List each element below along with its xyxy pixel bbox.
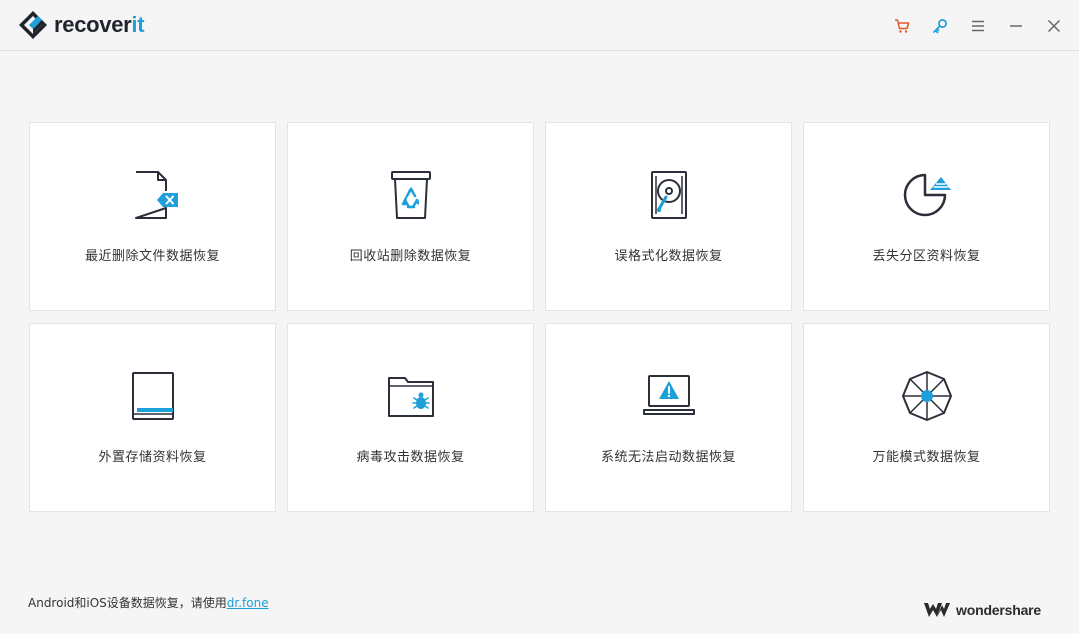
- key-icon: [933, 19, 947, 34]
- mode-card-recycle-bin[interactable]: 回收站删除数据恢复: [287, 122, 534, 311]
- wondershare-logo-icon: [924, 603, 951, 617]
- mode-card-lost-partition[interactable]: 丢失分区资料恢复: [803, 122, 1050, 311]
- mode-label: 误格式化数据恢复: [614, 249, 723, 264]
- app-logo: recoverit: [18, 10, 145, 40]
- all-around-icon: [901, 371, 952, 421]
- menu-icon: [972, 20, 984, 32]
- mobile-recovery-note: Android和iOS设备数据恢复，请使用dr.fone: [28, 594, 269, 611]
- minimize-icon: [1010, 25, 1022, 27]
- cart-icon: [895, 19, 910, 33]
- crashed-computer-icon: [642, 375, 695, 415]
- deleted-file-icon: [134, 171, 178, 219]
- title-bar: recoverit: [0, 0, 1079, 51]
- mode-label: 外置存储资料恢复: [98, 450, 207, 465]
- mode-card-external-device[interactable]: 外置存储资料恢复: [29, 323, 276, 512]
- mode-label: 回收站删除数据恢复: [349, 249, 472, 264]
- register-button[interactable]: [927, 14, 953, 38]
- mode-card-virus-attack[interactable]: 病毒攻击数据恢复: [287, 323, 534, 512]
- mode-card-crashed-computer[interactable]: 系统无法启动数据恢复: [545, 323, 792, 512]
- recycle-bin-icon: [390, 171, 431, 219]
- cart-button[interactable]: [889, 14, 915, 38]
- mode-label: 最近删除文件数据恢复: [84, 249, 220, 264]
- mode-label: 病毒攻击数据恢复: [356, 450, 465, 465]
- app-title: recoverit: [54, 12, 145, 37]
- brand-name: wondershare: [956, 602, 1041, 618]
- close-button[interactable]: [1041, 14, 1067, 38]
- mode-label: 万能模式数据恢复: [872, 450, 981, 465]
- lost-partition-icon: [903, 173, 951, 217]
- mode-card-all-around[interactable]: 万能模式数据恢复: [803, 323, 1050, 512]
- mode-label: 丢失分区资料恢复: [872, 249, 981, 264]
- external-device-icon: [131, 372, 174, 420]
- recovery-mode-grid: 最近删除文件数据恢复 回收站删除数据恢复 误格式化数据恢复 丢失分区资料恢复 外…: [29, 122, 1051, 512]
- drfone-link[interactable]: dr.fone: [227, 596, 269, 610]
- window-controls: [877, 14, 1067, 38]
- mode-label: 系统无法启动数据恢复: [600, 450, 736, 465]
- formatted-disk-icon: [650, 171, 687, 219]
- recoverit-logo-icon: [19, 11, 47, 39]
- wondershare-brand: wondershare: [923, 601, 1041, 619]
- menu-button[interactable]: [965, 14, 991, 38]
- minimize-button[interactable]: [1003, 14, 1029, 38]
- mode-card-formatted-disk[interactable]: 误格式化数据恢复: [545, 122, 792, 311]
- close-icon: [1047, 19, 1061, 33]
- mode-card-deleted-files[interactable]: 最近删除文件数据恢复: [29, 122, 276, 311]
- mobile-recovery-text: Android和iOS设备数据恢复，请使用: [28, 596, 227, 610]
- virus-folder-icon: [387, 377, 434, 417]
